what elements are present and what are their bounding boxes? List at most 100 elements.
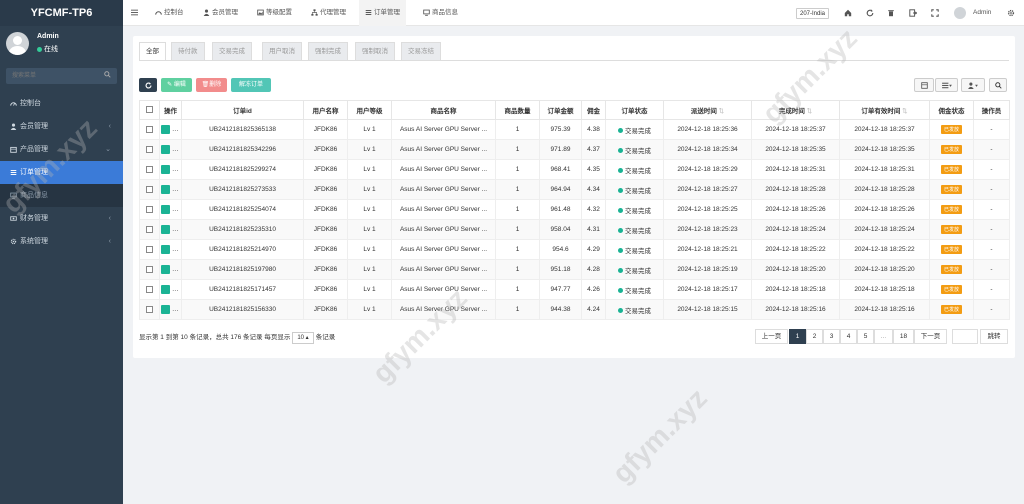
tab-nav-agents[interactable]: 代理管理 [311, 0, 346, 26]
page-button[interactable]: 18 [893, 329, 914, 344]
delete-button[interactable]: 🗑删除 [196, 78, 227, 92]
table-row[interactable]: UB2412181825214970 JFDK86 Lv 1 Asus AI Serv… [139, 239, 1010, 260]
edit-row-icon[interactable] [161, 285, 170, 294]
table-row[interactable]: UB2412181825273533 JFDK86 Lv 1 Asus AI Serv… [139, 179, 1010, 200]
table-row[interactable]: UB2412181825171457 JFDK86 Lv 1 Asus AI Serv… [139, 279, 1010, 300]
row-checkbox[interactable] [139, 159, 160, 180]
page-button[interactable]: 2 [806, 329, 823, 344]
avatar[interactable] [954, 7, 966, 19]
sidebar-item-members[interactable]: 会员管理 ‹ [0, 115, 123, 138]
jump-page-input[interactable] [952, 329, 978, 344]
col-header[interactable]: 佣金状态 [929, 100, 974, 120]
edit-row-icon[interactable] [161, 225, 170, 234]
col-header[interactable]: 商品名称 [391, 100, 496, 120]
checkbox-icon[interactable] [146, 265, 153, 273]
unfreeze-order-button[interactable]: 解冻订单 [231, 78, 271, 92]
tab-force-cancel[interactable]: 强制取消 [355, 42, 395, 60]
row-checkbox[interactable] [139, 139, 160, 160]
tab-completed[interactable]: 交易完成 [212, 42, 252, 60]
sidebar-item-goods[interactable]: 商品信息 [0, 184, 123, 207]
edit-row-icon[interactable] [161, 265, 170, 274]
refresh-icon[interactable] [866, 9, 874, 17]
col-header[interactable]: 用户等级 [347, 100, 392, 120]
menu-toggle[interactable] [131, 0, 140, 26]
col-header[interactable]: 完成时间 [751, 100, 840, 120]
edit-row-icon[interactable] [161, 125, 170, 134]
tab-nav-orders[interactable]: 订单管理 [359, 0, 406, 26]
sidebar-item-products[interactable]: 产品管理 ⌄ [0, 138, 123, 161]
checkbox-icon[interactable] [146, 245, 153, 253]
tab-all[interactable]: 全部 [139, 42, 166, 60]
edit-row-icon[interactable] [161, 305, 170, 314]
edit-row-icon[interactable] [161, 165, 170, 174]
checkbox-icon[interactable] [146, 145, 153, 153]
sidebar-item-system[interactable]: 系统管理 ‹ [0, 230, 123, 253]
sidebar-item-finance[interactable]: 财务管理 ‹ [0, 207, 123, 230]
col-header[interactable]: 订单有效时间 [839, 100, 930, 120]
tab-frozen[interactable]: 交易冻结 [401, 42, 441, 60]
edit-button[interactable]: ✎ 编辑 [161, 78, 192, 92]
col-header[interactable]: 佣金 [581, 100, 606, 120]
page-button[interactable]: 1 [789, 329, 806, 344]
tab-user-cancel[interactable]: 用户取消 [262, 42, 302, 60]
col-header[interactable]: 操作员 [973, 100, 1010, 120]
columns-button[interactable] [935, 78, 958, 92]
home-icon[interactable] [844, 9, 852, 17]
menu-search-input[interactable] [6, 68, 96, 84]
edit-row-icon[interactable] [161, 145, 170, 154]
page-button[interactable]: 4 [840, 329, 857, 344]
row-checkbox[interactable] [139, 119, 160, 140]
fullscreen-icon[interactable] [931, 9, 939, 17]
edit-row-icon[interactable] [161, 185, 170, 194]
trash-icon[interactable] [887, 9, 895, 17]
page-button[interactable]: 3 [823, 329, 840, 344]
checkbox-icon[interactable] [146, 205, 153, 213]
col-header[interactable]: 派送时间 [663, 100, 752, 120]
checkbox-icon[interactable] [146, 225, 153, 233]
row-checkbox[interactable] [139, 279, 160, 300]
toggle-view-button[interactable] [914, 78, 934, 92]
table-row[interactable]: UB2412181825365138 JFDK86 Lv 1 Asus AI Serv… [139, 119, 1010, 140]
row-checkbox[interactable] [139, 199, 160, 220]
col-header[interactable]: 商品数量 [495, 100, 540, 120]
prev-page-button[interactable]: 上一页 [755, 329, 788, 344]
checkbox-icon[interactable] [146, 305, 153, 313]
gear-icon[interactable] [1007, 9, 1015, 17]
checkbox-icon[interactable] [146, 106, 153, 114]
row-checkbox[interactable] [139, 179, 160, 200]
table-row[interactable]: UB2412181825299274 JFDK86 Lv 1 Asus AI Serv… [139, 159, 1010, 180]
top-user-name[interactable]: Admin [973, 0, 991, 26]
table-row[interactable]: UB2412181825235310 JFDK86 Lv 1 Asus AI Serv… [139, 219, 1010, 240]
page-size-select[interactable]: 10 ▴ [292, 332, 314, 344]
export-button[interactable] [961, 78, 985, 92]
row-checkbox[interactable] [139, 239, 160, 260]
tab-nav-members[interactable]: 会员管理 [203, 0, 238, 26]
col-header[interactable]: 订单金额 [539, 100, 582, 120]
next-page-button[interactable]: 下一页 [914, 329, 947, 344]
checkbox-icon[interactable] [146, 185, 153, 193]
tab-nav-levels[interactable]: 等级配置 [257, 0, 292, 26]
row-checkbox[interactable] [139, 259, 160, 280]
tab-nav-dashboard[interactable]: 控制台 [155, 0, 184, 26]
col-header[interactable]: 订单id [181, 100, 304, 120]
edit-row-icon[interactable] [161, 205, 170, 214]
table-row[interactable]: UB2412181825156330 JFDK86 Lv 1 Asus AI Serv… [139, 299, 1010, 320]
table-row[interactable]: UB2412181825342296 JFDK86 Lv 1 Asus AI Serv… [139, 139, 1010, 160]
tab-nav-goods[interactable]: 商品信息 [423, 0, 458, 26]
jump-button[interactable]: 跳转 [980, 329, 1008, 344]
sidebar-item-dashboard[interactable]: 控制台 [0, 92, 123, 115]
refresh-button[interactable] [139, 78, 157, 92]
col-header[interactable]: 订单状态 [605, 100, 664, 120]
select-all-checkbox[interactable] [139, 100, 160, 120]
page-button[interactable]: 5 [857, 329, 874, 344]
tab-force-complete[interactable]: 强制完成 [308, 42, 348, 60]
table-row[interactable]: UB2412181825197980 JFDK86 Lv 1 Asus AI Serv… [139, 259, 1010, 280]
sidebar-item-orders[interactable]: 订单管理 [0, 161, 123, 184]
checkbox-icon[interactable] [146, 125, 153, 133]
region-select[interactable]: 207-India [796, 8, 830, 19]
tab-pending[interactable]: 待付款 [171, 42, 205, 60]
col-header[interactable]: 用户名称 [303, 100, 348, 120]
export-icon[interactable] [909, 9, 917, 17]
search-button[interactable] [989, 78, 1007, 92]
search-icon[interactable] [104, 71, 111, 78]
